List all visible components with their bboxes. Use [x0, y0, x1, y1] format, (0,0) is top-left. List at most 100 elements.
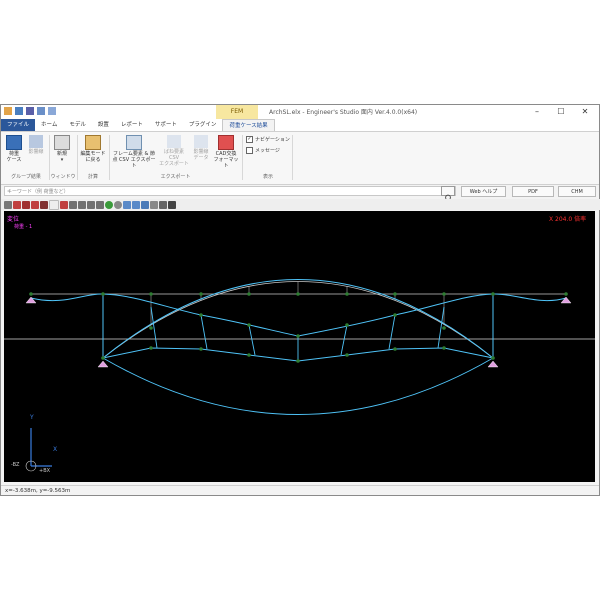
camera-icon[interactable]	[159, 200, 167, 209]
view-top-icon[interactable]	[31, 200, 39, 209]
node-marker	[247, 323, 251, 327]
ribbon-separator	[77, 135, 78, 180]
quick-access-toolbar	[4, 107, 56, 115]
tab-settings[interactable]: 設置	[92, 119, 115, 131]
redo-icon[interactable]	[48, 107, 56, 115]
ribbon-separator	[109, 135, 110, 180]
group-calculation-label: 計算	[87, 174, 98, 180]
check-icon: ✓	[246, 136, 253, 143]
node-marker	[442, 346, 446, 350]
save-icon[interactable]	[26, 107, 34, 115]
load-case-label: 荷重 - 1	[14, 224, 33, 230]
minimize-button[interactable]: –	[525, 105, 549, 119]
node-marker	[491, 356, 495, 360]
back-to-edit-mode-button[interactable]: 編集モード に戻る	[80, 135, 106, 163]
node-marker	[199, 347, 203, 351]
support-symbol	[560, 296, 572, 304]
view-iso-icon[interactable]	[40, 200, 48, 209]
node-marker	[296, 292, 300, 296]
frame-node-csv-export-button[interactable]: フレーム要素 & 節 点 CSV エクスポート	[112, 135, 156, 169]
undo-icon[interactable]	[37, 107, 45, 115]
node-marker	[149, 346, 153, 350]
support-symbol	[487, 360, 499, 368]
context-tab-fem: FEM	[216, 105, 258, 119]
spring-csv-export-button[interactable]: ばね要素 CSV エクスポート	[159, 135, 189, 167]
web-help-button[interactable]: Web ヘルプ	[461, 186, 506, 197]
cad-exchange-button[interactable]: CAD交換 フォーマット	[213, 135, 239, 169]
tab-home[interactable]: ホーム	[35, 119, 63, 131]
influence-data-icon	[194, 135, 208, 148]
node-marker	[247, 292, 251, 296]
keyword-search-input[interactable]: キーワード（例 荷重など）	[4, 186, 456, 196]
select-icon[interactable]	[132, 200, 140, 209]
deformed-hanger	[248, 324, 256, 356]
filter-icon[interactable]	[141, 200, 149, 209]
zoom-window-icon[interactable]	[60, 200, 68, 209]
node-marker	[442, 292, 446, 296]
node-marker	[29, 292, 33, 296]
spring-export-label-2: エクスポート	[159, 161, 189, 167]
search-row: キーワード（例 荷重など） Web ヘルプ PDF CHM	[1, 185, 599, 202]
search-button[interactable]	[441, 186, 455, 202]
axis-plus-label: +BX	[39, 468, 51, 474]
pdf-help-button[interactable]: PDF	[512, 186, 554, 197]
csv-export-icon	[126, 135, 142, 150]
open-icon[interactable]	[15, 107, 23, 115]
fit-view-icon[interactable]	[4, 200, 12, 209]
application-window: FEM ArchSL.elx - Engineer's Studio 面内 Ve…	[0, 104, 600, 496]
node-marker	[442, 326, 446, 330]
zoom-in-icon[interactable]	[69, 200, 77, 209]
new-window-dropdown: ▾	[60, 157, 64, 163]
chm-help-button[interactable]: CHM	[558, 186, 596, 197]
deformed-deck-curve	[30, 293, 567, 337]
tab-report[interactable]: レポート	[115, 119, 149, 131]
scale-factor-label: X 204.0 倍率	[549, 216, 587, 223]
measure-icon[interactable]	[123, 200, 131, 209]
axis-origin-label: -BZ	[11, 462, 20, 468]
tab-model[interactable]: モデル	[63, 119, 92, 131]
view-side-icon[interactable]	[22, 200, 30, 209]
stop-icon[interactable]	[114, 200, 122, 209]
influence-data-label-2: データ	[193, 155, 209, 161]
node-marker	[149, 326, 153, 330]
axis-triad	[25, 428, 52, 472]
deformed-hanger	[200, 314, 208, 350]
tab-load-case-results[interactable]: 荷重ケース結果	[222, 119, 275, 131]
message-checkbox[interactable]: メッセージ	[246, 147, 280, 154]
view-front-icon[interactable]	[13, 200, 21, 209]
node-marker	[296, 359, 300, 363]
play-icon[interactable]	[105, 200, 113, 209]
axis-y-label: Y	[30, 414, 34, 421]
node-marker	[393, 313, 397, 317]
view-mode-label: 変位	[7, 216, 20, 223]
model-viewport[interactable]: 変位 荷重 - 1 X 204.0 倍率 Y X -BZ +BX	[4, 211, 595, 482]
view-toolbar	[1, 199, 600, 210]
unchecked-box-icon	[246, 147, 253, 154]
ribbon: 荷重 ケース 影響線 グループ結果 新規 ▾ ウィンドウ 編集モード に戻る 計…	[1, 132, 599, 185]
node-marker	[101, 356, 105, 360]
close-button[interactable]: ✕	[573, 105, 597, 119]
influence-data-button[interactable]: 影響線 データ	[191, 135, 211, 161]
orbit-icon[interactable]	[96, 200, 104, 209]
window-title: ArchSL.elx - Engineer's Studio 面内 Ver.4.…	[269, 109, 418, 116]
cad-label-2: フォーマット	[213, 157, 239, 169]
navigation-checkbox[interactable]: ✓ ナビゲーション	[246, 136, 290, 143]
deformed-geometry	[30, 279, 567, 415]
influence-line-icon	[29, 135, 43, 148]
new-window-button[interactable]: 新規 ▾	[52, 135, 72, 163]
maximize-button[interactable]: ☐	[549, 105, 573, 119]
load-case-button[interactable]: 荷重 ケース	[4, 135, 24, 163]
tab-plugin[interactable]: プラグイン	[183, 119, 223, 131]
tab-support[interactable]: サポート	[149, 119, 183, 131]
status-bar-coordinates: x=-3.638m, y=-9.563m	[1, 485, 599, 495]
tab-file[interactable]: ファイル	[1, 119, 36, 131]
influence-line-button[interactable]: 影響線	[26, 135, 46, 155]
rotate-icon[interactable]	[78, 200, 86, 209]
group-display-label: 表示	[262, 174, 273, 180]
settings-icon[interactable]	[150, 200, 158, 209]
load-case-icon	[6, 135, 22, 150]
pan-icon[interactable]	[87, 200, 95, 209]
deformed-arch-lower	[102, 357, 494, 415]
capture-icon[interactable]	[168, 200, 176, 209]
axis-x-label: X	[53, 446, 58, 453]
